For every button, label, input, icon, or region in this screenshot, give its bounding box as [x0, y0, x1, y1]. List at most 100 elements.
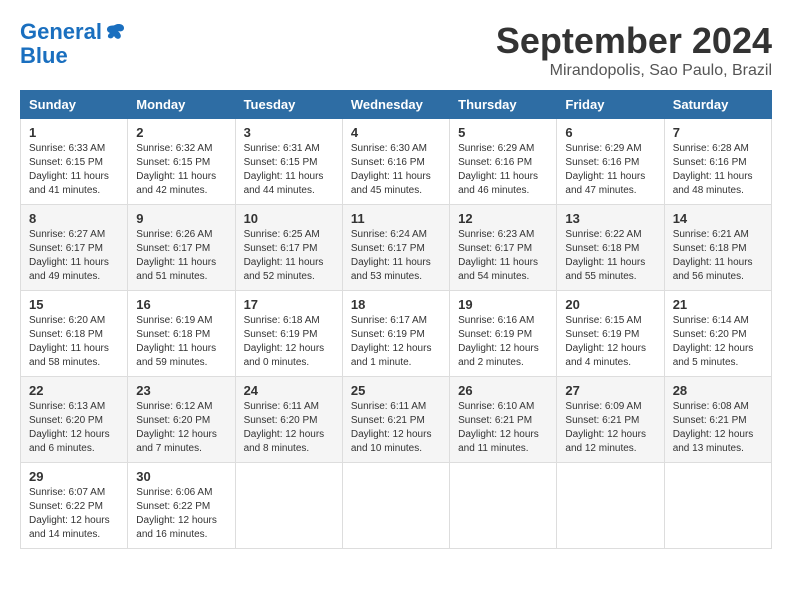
calendar-week-row: 29 Sunrise: 6:07 AM Sunset: 6:22 PM Dayl… [21, 463, 772, 549]
day-number: 1 [29, 125, 119, 140]
logo: General Blue [20, 20, 126, 68]
calendar-cell: 18 Sunrise: 6:17 AM Sunset: 6:19 PM Dayl… [342, 291, 449, 377]
bird-icon [104, 21, 126, 43]
calendar-week-row: 1 Sunrise: 6:33 AM Sunset: 6:15 PM Dayli… [21, 119, 772, 205]
day-number: 18 [351, 297, 441, 312]
calendar-cell: 2 Sunrise: 6:32 AM Sunset: 6:15 PM Dayli… [128, 119, 235, 205]
day-number: 20 [565, 297, 655, 312]
day-info: Sunrise: 6:29 AM Sunset: 6:16 PM Dayligh… [458, 142, 548, 198]
calendar-cell: 16 Sunrise: 6:19 AM Sunset: 6:18 PM Dayl… [128, 291, 235, 377]
calendar-cell: 6 Sunrise: 6:29 AM Sunset: 6:16 PM Dayli… [557, 119, 664, 205]
day-info: Sunrise: 6:11 AM Sunset: 6:21 PM Dayligh… [351, 400, 441, 456]
weekday-header-wednesday: Wednesday [342, 91, 449, 119]
weekday-header-tuesday: Tuesday [235, 91, 342, 119]
calendar-cell: 10 Sunrise: 6:25 AM Sunset: 6:17 PM Dayl… [235, 205, 342, 291]
day-info: Sunrise: 6:18 AM Sunset: 6:19 PM Dayligh… [244, 314, 334, 370]
day-number: 30 [136, 469, 226, 484]
logo-blue-text: Blue [20, 44, 68, 68]
calendar-body: 1 Sunrise: 6:33 AM Sunset: 6:15 PM Dayli… [21, 119, 772, 549]
day-number: 3 [244, 125, 334, 140]
calendar-cell: 4 Sunrise: 6:30 AM Sunset: 6:16 PM Dayli… [342, 119, 449, 205]
day-info: Sunrise: 6:24 AM Sunset: 6:17 PM Dayligh… [351, 228, 441, 284]
calendar-cell: 1 Sunrise: 6:33 AM Sunset: 6:15 PM Dayli… [21, 119, 128, 205]
calendar-cell: 14 Sunrise: 6:21 AM Sunset: 6:18 PM Dayl… [664, 205, 771, 291]
day-info: Sunrise: 6:27 AM Sunset: 6:17 PM Dayligh… [29, 228, 119, 284]
calendar-cell: 9 Sunrise: 6:26 AM Sunset: 6:17 PM Dayli… [128, 205, 235, 291]
day-number: 22 [29, 383, 119, 398]
day-number: 12 [458, 211, 548, 226]
calendar-title-area: September 2024 Mirandopolis, Sao Paulo, … [496, 20, 772, 80]
day-info: Sunrise: 6:23 AM Sunset: 6:17 PM Dayligh… [458, 228, 548, 284]
weekday-header-sunday: Sunday [21, 91, 128, 119]
calendar-header: SundayMondayTuesdayWednesdayThursdayFrid… [21, 91, 772, 119]
weekday-header-monday: Monday [128, 91, 235, 119]
day-info: Sunrise: 6:15 AM Sunset: 6:19 PM Dayligh… [565, 314, 655, 370]
day-info: Sunrise: 6:21 AM Sunset: 6:18 PM Dayligh… [673, 228, 763, 284]
logo-text: General [20, 20, 102, 44]
day-number: 28 [673, 383, 763, 398]
day-info: Sunrise: 6:10 AM Sunset: 6:21 PM Dayligh… [458, 400, 548, 456]
calendar-cell: 3 Sunrise: 6:31 AM Sunset: 6:15 PM Dayli… [235, 119, 342, 205]
location-subtitle: Mirandopolis, Sao Paulo, Brazil [496, 62, 772, 80]
calendar-cell: 8 Sunrise: 6:27 AM Sunset: 6:17 PM Dayli… [21, 205, 128, 291]
day-number: 8 [29, 211, 119, 226]
page-header: General Blue September 2024 Mirandopolis… [20, 20, 772, 80]
calendar-cell [450, 463, 557, 549]
day-number: 4 [351, 125, 441, 140]
day-number: 21 [673, 297, 763, 312]
day-info: Sunrise: 6:28 AM Sunset: 6:16 PM Dayligh… [673, 142, 763, 198]
calendar-cell: 5 Sunrise: 6:29 AM Sunset: 6:16 PM Dayli… [450, 119, 557, 205]
day-info: Sunrise: 6:16 AM Sunset: 6:19 PM Dayligh… [458, 314, 548, 370]
month-title: September 2024 [496, 20, 772, 62]
day-info: Sunrise: 6:12 AM Sunset: 6:20 PM Dayligh… [136, 400, 226, 456]
calendar-cell [557, 463, 664, 549]
day-number: 7 [673, 125, 763, 140]
day-info: Sunrise: 6:26 AM Sunset: 6:17 PM Dayligh… [136, 228, 226, 284]
day-info: Sunrise: 6:14 AM Sunset: 6:20 PM Dayligh… [673, 314, 763, 370]
day-number: 16 [136, 297, 226, 312]
day-number: 17 [244, 297, 334, 312]
day-info: Sunrise: 6:32 AM Sunset: 6:15 PM Dayligh… [136, 142, 226, 198]
calendar-cell: 13 Sunrise: 6:22 AM Sunset: 6:18 PM Dayl… [557, 205, 664, 291]
day-number: 14 [673, 211, 763, 226]
day-info: Sunrise: 6:20 AM Sunset: 6:18 PM Dayligh… [29, 314, 119, 370]
calendar-cell: 17 Sunrise: 6:18 AM Sunset: 6:19 PM Dayl… [235, 291, 342, 377]
day-info: Sunrise: 6:33 AM Sunset: 6:15 PM Dayligh… [29, 142, 119, 198]
calendar-cell: 26 Sunrise: 6:10 AM Sunset: 6:21 PM Dayl… [450, 377, 557, 463]
day-info: Sunrise: 6:17 AM Sunset: 6:19 PM Dayligh… [351, 314, 441, 370]
calendar-week-row: 8 Sunrise: 6:27 AM Sunset: 6:17 PM Dayli… [21, 205, 772, 291]
weekday-header-saturday: Saturday [664, 91, 771, 119]
day-number: 2 [136, 125, 226, 140]
calendar-cell: 11 Sunrise: 6:24 AM Sunset: 6:17 PM Dayl… [342, 205, 449, 291]
day-number: 25 [351, 383, 441, 398]
day-number: 19 [458, 297, 548, 312]
calendar-cell: 21 Sunrise: 6:14 AM Sunset: 6:20 PM Dayl… [664, 291, 771, 377]
calendar-cell: 24 Sunrise: 6:11 AM Sunset: 6:20 PM Dayl… [235, 377, 342, 463]
day-info: Sunrise: 6:09 AM Sunset: 6:21 PM Dayligh… [565, 400, 655, 456]
day-number: 10 [244, 211, 334, 226]
calendar-cell: 15 Sunrise: 6:20 AM Sunset: 6:18 PM Dayl… [21, 291, 128, 377]
calendar-cell: 27 Sunrise: 6:09 AM Sunset: 6:21 PM Dayl… [557, 377, 664, 463]
calendar-week-row: 22 Sunrise: 6:13 AM Sunset: 6:20 PM Dayl… [21, 377, 772, 463]
calendar-week-row: 15 Sunrise: 6:20 AM Sunset: 6:18 PM Dayl… [21, 291, 772, 377]
weekday-header-friday: Friday [557, 91, 664, 119]
day-info: Sunrise: 6:19 AM Sunset: 6:18 PM Dayligh… [136, 314, 226, 370]
day-number: 13 [565, 211, 655, 226]
calendar-cell: 19 Sunrise: 6:16 AM Sunset: 6:19 PM Dayl… [450, 291, 557, 377]
day-info: Sunrise: 6:08 AM Sunset: 6:21 PM Dayligh… [673, 400, 763, 456]
day-info: Sunrise: 6:13 AM Sunset: 6:20 PM Dayligh… [29, 400, 119, 456]
day-number: 29 [29, 469, 119, 484]
day-info: Sunrise: 6:25 AM Sunset: 6:17 PM Dayligh… [244, 228, 334, 284]
weekday-header-thursday: Thursday [450, 91, 557, 119]
calendar-cell: 22 Sunrise: 6:13 AM Sunset: 6:20 PM Dayl… [21, 377, 128, 463]
calendar-cell: 28 Sunrise: 6:08 AM Sunset: 6:21 PM Dayl… [664, 377, 771, 463]
calendar-cell: 30 Sunrise: 6:06 AM Sunset: 6:22 PM Dayl… [128, 463, 235, 549]
day-info: Sunrise: 6:07 AM Sunset: 6:22 PM Dayligh… [29, 486, 119, 542]
calendar-cell: 12 Sunrise: 6:23 AM Sunset: 6:17 PM Dayl… [450, 205, 557, 291]
day-info: Sunrise: 6:22 AM Sunset: 6:18 PM Dayligh… [565, 228, 655, 284]
day-info: Sunrise: 6:06 AM Sunset: 6:22 PM Dayligh… [136, 486, 226, 542]
day-number: 23 [136, 383, 226, 398]
calendar-cell [664, 463, 771, 549]
calendar-cell: 29 Sunrise: 6:07 AM Sunset: 6:22 PM Dayl… [21, 463, 128, 549]
day-number: 26 [458, 383, 548, 398]
